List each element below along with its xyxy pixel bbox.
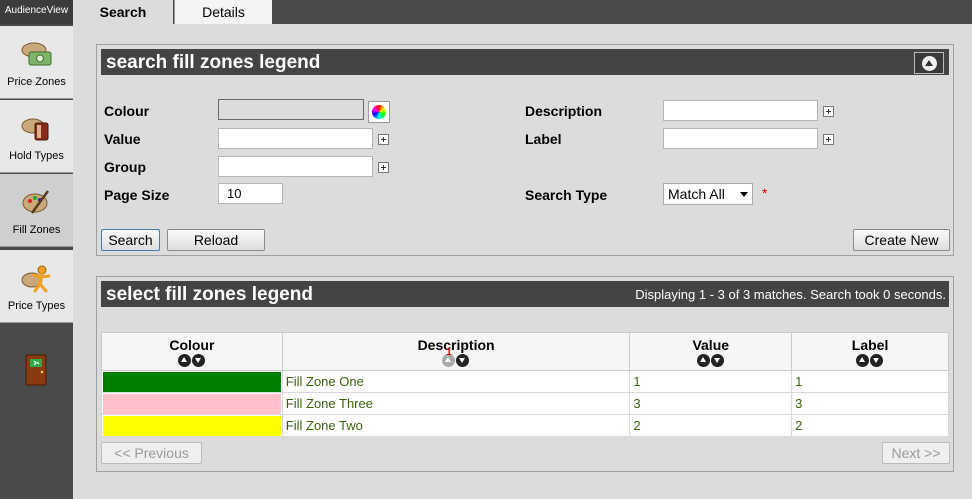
description-field[interactable] bbox=[663, 100, 818, 121]
sort-ascending-icon[interactable] bbox=[856, 354, 870, 367]
next-page-button[interactable]: Next >> bbox=[882, 442, 950, 464]
chevron-down-icon bbox=[740, 192, 748, 197]
results-panel: select fill zones legend Displaying 1 - … bbox=[96, 276, 954, 472]
tab-search[interactable]: Search bbox=[73, 0, 173, 24]
sidebar-item-label: Fill Zones bbox=[12, 224, 61, 236]
sidebar-item-fill-zones[interactable]: Fill Zones bbox=[0, 174, 73, 247]
reload-button[interactable]: Reload bbox=[167, 229, 265, 251]
fill-zones-icon bbox=[22, 190, 49, 214]
search-panel-header: search fill zones legend bbox=[101, 49, 949, 77]
sort-ascending-icon[interactable] bbox=[696, 354, 710, 367]
tab-details[interactable]: Details bbox=[174, 0, 272, 24]
value-cell: 2 bbox=[629, 414, 793, 437]
description-cell[interactable]: Fill Zone Three bbox=[281, 392, 631, 415]
hold-types-icon bbox=[21, 118, 48, 141]
results-panel-title: select fill zones legend bbox=[106, 284, 313, 305]
collapse-up-icon bbox=[922, 56, 937, 71]
search-panel: search fill zones legend Colour Value Gr… bbox=[96, 44, 954, 256]
tab-bar: Search Details bbox=[73, 0, 972, 24]
sidebar-item-label: Price Types bbox=[7, 300, 66, 312]
table-row[interactable]: Fill Zone Three 3 3 bbox=[101, 392, 949, 415]
description-expand-plus-icon[interactable] bbox=[823, 106, 834, 117]
column-header-label[interactable]: Label bbox=[791, 332, 949, 371]
colour-cell bbox=[101, 370, 283, 393]
column-header-description[interactable]: Description 1 bbox=[281, 332, 631, 371]
label-cell: 2 bbox=[791, 414, 949, 437]
value-label: Value bbox=[104, 131, 141, 147]
description-label: Description bbox=[525, 103, 603, 119]
sidebar-item-label: Price Zones bbox=[7, 76, 66, 88]
description-cell[interactable]: Fill Zone One bbox=[281, 370, 631, 393]
sort-descending-icon[interactable] bbox=[710, 354, 724, 367]
column-header-value[interactable]: Value bbox=[629, 332, 793, 371]
sort-controls bbox=[855, 354, 885, 367]
sort-controls bbox=[177, 354, 207, 367]
page-size-label: Page Size bbox=[104, 187, 170, 203]
label-label: Label bbox=[525, 131, 562, 147]
table-header-row: Colour Description 1 Value Label bbox=[101, 332, 949, 371]
group-expand-plus-icon[interactable] bbox=[378, 162, 389, 173]
value-cell: 3 bbox=[629, 392, 793, 415]
colour-swatch bbox=[103, 415, 281, 436]
sort-descending-icon[interactable] bbox=[191, 354, 205, 367]
sort-controls bbox=[696, 354, 726, 367]
app-title: AudienceView bbox=[0, 0, 73, 24]
colour-field[interactable] bbox=[218, 99, 364, 120]
sort-controls: 1 bbox=[441, 347, 471, 367]
label-expand-plus-icon[interactable] bbox=[823, 134, 834, 145]
sort-order-number: 1 bbox=[446, 347, 452, 358]
label-cell: 3 bbox=[791, 392, 949, 415]
page-size-field[interactable] bbox=[218, 183, 283, 204]
value-field[interactable] bbox=[218, 128, 373, 149]
value-cell: 1 bbox=[629, 370, 793, 393]
results-panel-header: select fill zones legend Displaying 1 - … bbox=[101, 281, 949, 309]
sidebar-item-hold-types[interactable]: Hold Types bbox=[0, 100, 73, 173]
results-table: Colour Description 1 Value Label Fill Zo… bbox=[101, 332, 949, 437]
colour-label: Colour bbox=[104, 103, 150, 119]
sidebar-item-price-types[interactable]: Price Types bbox=[0, 250, 73, 323]
exit-door-icon[interactable] bbox=[24, 354, 48, 386]
colour-cell bbox=[101, 392, 283, 415]
colour-cell bbox=[101, 414, 283, 437]
search-type-select[interactable]: Match All bbox=[663, 183, 753, 205]
color-picker-button[interactable] bbox=[368, 101, 390, 123]
sidebar: AudienceView Price Zones Hold Types Fill… bbox=[0, 0, 73, 499]
color-wheel-icon bbox=[372, 105, 386, 119]
sort-ascending-icon[interactable] bbox=[177, 354, 191, 367]
previous-page-button[interactable]: << Previous bbox=[101, 442, 202, 464]
sidebar-item-label: Hold Types bbox=[9, 150, 64, 162]
search-type-value: Match All bbox=[668, 186, 725, 202]
search-type-label: Search Type bbox=[525, 187, 608, 203]
search-button[interactable]: Search bbox=[101, 229, 160, 251]
sort-descending-icon[interactable] bbox=[870, 354, 884, 367]
sort-descending-icon[interactable] bbox=[456, 354, 470, 367]
sidebar-item-price-zones[interactable]: Price Zones bbox=[0, 26, 73, 99]
price-zones-icon bbox=[21, 42, 51, 66]
table-row[interactable]: Fill Zone One 1 1 bbox=[101, 370, 949, 393]
results-status: Displaying 1 - 3 of 3 matches. Search to… bbox=[635, 287, 946, 302]
colour-swatch bbox=[103, 393, 281, 414]
group-label: Group bbox=[104, 159, 146, 175]
value-expand-plus-icon[interactable] bbox=[378, 134, 389, 145]
table-row[interactable]: Fill Zone Two 2 2 bbox=[101, 414, 949, 437]
label-field[interactable] bbox=[663, 128, 818, 149]
required-marker: * bbox=[762, 185, 768, 201]
label-cell: 1 bbox=[791, 370, 949, 393]
collapse-button[interactable] bbox=[914, 52, 944, 74]
column-header-colour[interactable]: Colour bbox=[101, 332, 283, 371]
description-cell[interactable]: Fill Zone Two bbox=[281, 414, 631, 437]
colour-swatch bbox=[103, 371, 281, 392]
create-new-button[interactable]: Create New bbox=[853, 229, 950, 251]
group-field[interactable] bbox=[218, 156, 373, 177]
price-types-icon bbox=[21, 265, 50, 293]
search-panel-title: search fill zones legend bbox=[106, 52, 321, 73]
